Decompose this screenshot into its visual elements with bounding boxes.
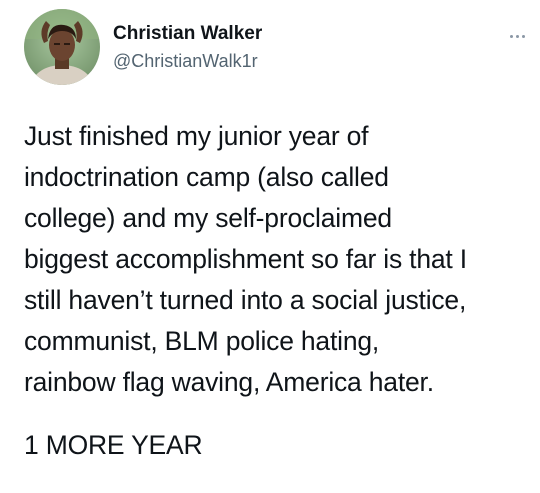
tweet-card: Christian Walker @ChristianWalk1r Just f… (0, 0, 540, 493)
tweet-line: communist, BLM police hating, (24, 326, 380, 356)
tweet-line: rainbow flag waving, America hater. (24, 367, 434, 397)
tweet-text: Just finished my junior year of indoctri… (24, 116, 524, 403)
tweet-paragraph: Just finished my junior year of indoctri… (24, 116, 524, 403)
tweet-line: still haven’t turned into a social justi… (24, 285, 467, 315)
more-horizontal-icon[interactable] (504, 29, 530, 43)
tweet-line: Just finished my junior year of (24, 121, 369, 151)
profile-photo-icon (24, 9, 100, 85)
tweet-line: biggest accomplishment so far is that I (24, 244, 467, 274)
tweet-line: college) and my self-proclaimed (24, 203, 392, 233)
more-dot (521, 34, 525, 38)
tweet-closing-line: 1 MORE YEAR (24, 430, 203, 460)
avatar[interactable] (24, 9, 100, 85)
tweet-header: Christian Walker @ChristianWalk1r (24, 9, 525, 85)
tweet-line: indoctrination camp (also called (24, 162, 389, 192)
author-names: Christian Walker @ChristianWalk1r (113, 22, 262, 73)
more-dot (515, 34, 519, 38)
user-handle[interactable]: @ChristianWalk1r (113, 49, 262, 73)
display-name[interactable]: Christian Walker (113, 22, 262, 46)
more-dot (509, 34, 513, 38)
